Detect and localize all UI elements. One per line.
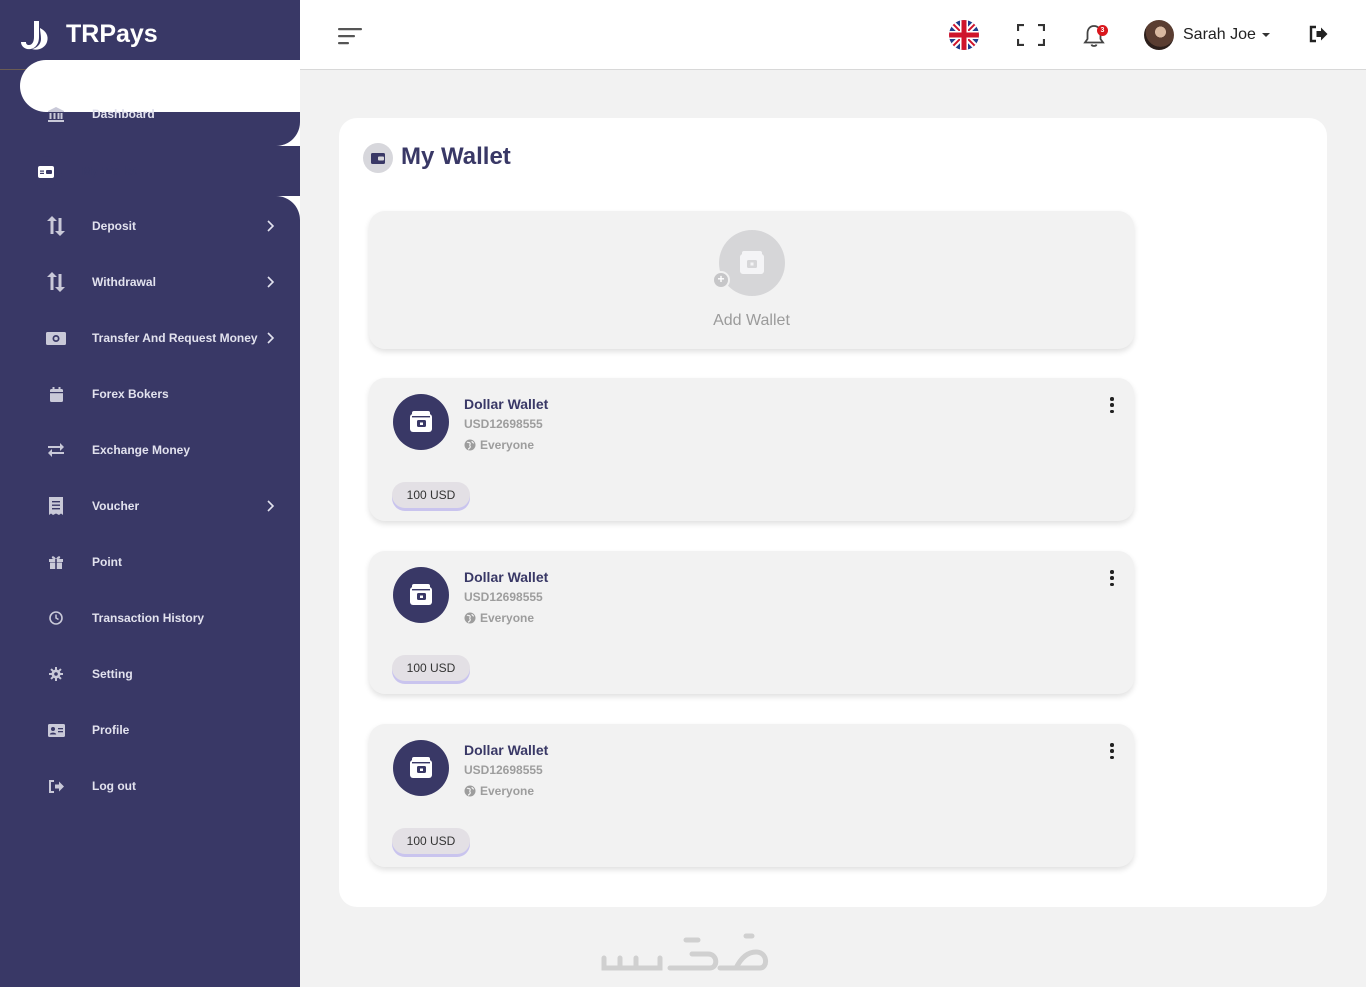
wallet-icon xyxy=(393,394,449,450)
sidebar-item-label: Log out xyxy=(92,779,136,793)
wallet-balance: 100 USD xyxy=(392,655,470,681)
sidebar-item-label: Forex Bokers xyxy=(92,387,169,401)
sidebar-item-label: Point xyxy=(92,555,122,569)
sidebar-item-label: Profile xyxy=(92,723,130,737)
sidebar-item-deposit[interactable]: Deposit xyxy=(0,198,300,254)
sidebar: TRPays Dashboard Deposit Withdrawal Tran… xyxy=(0,0,300,987)
bank-icon xyxy=(46,104,66,124)
sidebar-item-transfer-request[interactable]: Transfer And Request Money xyxy=(0,310,300,366)
brand-name: TRPays xyxy=(66,20,158,48)
clock-icon xyxy=(46,608,66,628)
sidebar-item-label: Voucher xyxy=(92,499,140,513)
brand-logo-icon xyxy=(21,20,48,50)
menu-toggle-icon[interactable] xyxy=(338,26,364,46)
add-wallet-button[interactable]: + Add Wallet xyxy=(369,211,1134,349)
sidebar-item-label: Deposit xyxy=(92,219,137,233)
calendar-icon xyxy=(46,384,66,404)
wallet-visibility-label: Everyone xyxy=(480,784,535,798)
top-header: 3 Sarah Joe xyxy=(300,0,1366,70)
sidebar-item-dashboard[interactable]: Dashboard xyxy=(0,86,300,142)
page-title: My Wallet xyxy=(401,143,511,170)
sidebar-item-profile[interactable]: Profile xyxy=(0,702,300,758)
sidebar-item-withdrawal[interactable]: Withdrawal xyxy=(0,254,300,310)
wallet-visibility: Everyone xyxy=(464,611,534,625)
wallet-item[interactable]: Dollar Wallet USD12698555 Everyone 100 U… xyxy=(369,724,1134,867)
wallet-visibility-label: Everyone xyxy=(480,611,535,625)
sidebar-item-label: Exchange Money xyxy=(92,443,191,457)
watermark-logo xyxy=(601,933,768,971)
wallet-balance: 100 USD xyxy=(392,828,470,854)
sidebar-item-setting[interactable]: Setting xyxy=(0,646,300,702)
transfer-arrows-icon xyxy=(46,272,66,292)
wallet-visibility: Everyone xyxy=(464,438,534,452)
fullscreen-icon[interactable] xyxy=(1017,24,1045,46)
sidebar-item-label: Transfer And Request Money xyxy=(92,331,258,345)
globe-icon xyxy=(464,439,476,451)
more-options-icon[interactable] xyxy=(1107,396,1117,414)
wallet-name: Dollar Wallet xyxy=(464,396,549,412)
sidebar-item-forex-brokers[interactable]: Forex Bokers xyxy=(0,366,300,422)
wallet-icon xyxy=(363,143,393,173)
wallet-card: My Wallet + Add Wallet Dollar Wallet USD… xyxy=(339,118,1327,907)
money-bill-icon xyxy=(46,328,66,348)
chevron-right-icon xyxy=(267,276,275,288)
avatar[interactable] xyxy=(1144,20,1174,50)
plus-icon: + xyxy=(712,271,730,289)
wallet-icon xyxy=(393,740,449,796)
sidebar-item-label: Dashboard xyxy=(92,107,155,121)
sidebar-item-label-active[interactable]: My Wallet xyxy=(82,164,137,178)
sidebar-item-point[interactable]: Point xyxy=(0,534,300,590)
receipt-icon xyxy=(46,496,66,516)
globe-icon xyxy=(464,785,476,797)
wallet-icon xyxy=(719,230,785,296)
user-name[interactable]: Sarah Joe xyxy=(1183,26,1256,44)
wallet-visibility-label: Everyone xyxy=(480,438,535,452)
gear-icon xyxy=(46,664,66,684)
wallet-visibility: Everyone xyxy=(464,784,534,798)
sidebar-item-exchange-money[interactable]: Exchange Money xyxy=(0,422,300,478)
transfer-arrows-icon xyxy=(46,216,66,236)
uk-flag-icon[interactable] xyxy=(949,20,979,50)
wallet-item[interactable]: Dollar Wallet USD12698555 Everyone 100 U… xyxy=(369,551,1134,694)
sidebar-item-logout[interactable]: Log out xyxy=(0,758,300,814)
sidebar-item-transaction-history[interactable]: Transaction History xyxy=(0,590,300,646)
chevron-right-icon xyxy=(267,220,275,232)
sign-out-icon[interactable] xyxy=(1309,25,1329,43)
chevron-right-icon xyxy=(267,332,275,344)
sidebar-item-label: Setting xyxy=(92,667,133,681)
wallet-icon xyxy=(393,567,449,623)
wallet-name: Dollar Wallet xyxy=(464,569,549,585)
wallet-item[interactable]: Dollar Wallet USD12698555 Everyone 100 U… xyxy=(369,378,1134,521)
id-card-icon xyxy=(46,720,66,740)
wallet-name: Dollar Wallet xyxy=(464,742,549,758)
add-wallet-label: Add Wallet xyxy=(713,312,790,329)
wallet-number: USD12698555 xyxy=(464,590,543,604)
sidebar-nav: Dashboard Deposit Withdrawal Transfer An… xyxy=(0,86,300,814)
wallet-icon xyxy=(30,156,62,188)
exchange-icon xyxy=(46,440,66,460)
sidebar-item-label: Transaction History xyxy=(92,611,205,625)
wallet-number: USD12698555 xyxy=(464,763,543,777)
more-options-icon[interactable] xyxy=(1107,742,1117,760)
sidebar-item-voucher[interactable]: Voucher xyxy=(0,478,300,534)
gift-icon xyxy=(46,552,66,572)
notification-badge: 3 xyxy=(1097,25,1108,36)
sign-out-icon xyxy=(46,776,66,796)
wallet-balance: 100 USD xyxy=(392,482,470,508)
caret-down-icon[interactable] xyxy=(1262,33,1270,37)
globe-icon xyxy=(464,612,476,624)
sidebar-item-label: Withdrawal xyxy=(92,275,156,289)
more-options-icon[interactable] xyxy=(1107,569,1117,587)
wallet-number: USD12698555 xyxy=(464,417,543,431)
chevron-right-icon xyxy=(267,500,275,512)
